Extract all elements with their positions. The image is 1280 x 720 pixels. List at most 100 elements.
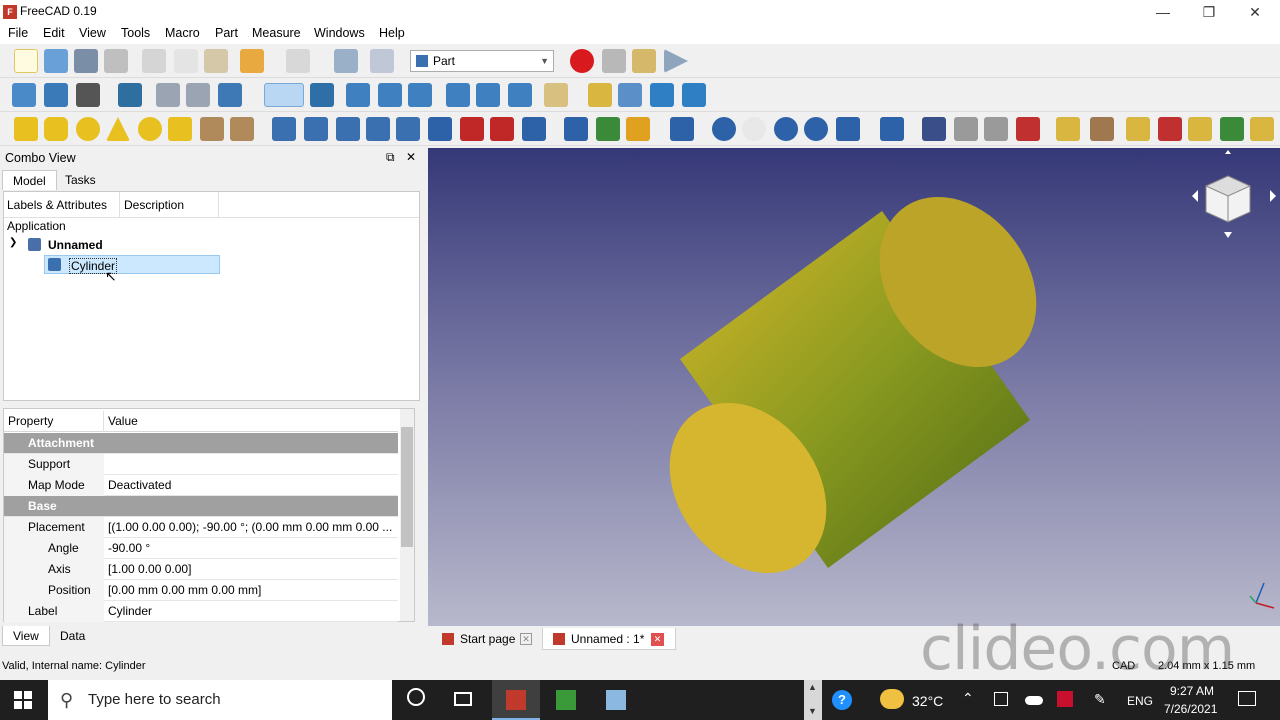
fit-all-icon[interactable] [12, 83, 36, 107]
extrude-icon[interactable] [272, 117, 296, 141]
navigation-cube-icon[interactable] [1192, 150, 1276, 238]
std-views-icon[interactable] [218, 83, 242, 107]
common-icon[interactable] [804, 117, 828, 141]
taskbar-scroll[interactable]: ▲ ▼ [804, 680, 822, 720]
view-left-icon[interactable] [508, 83, 532, 107]
loft-icon[interactable] [490, 117, 514, 141]
bounding-box-icon[interactable] [118, 83, 142, 107]
sphere-icon[interactable] [76, 117, 100, 141]
menu-help[interactable]: Help [379, 26, 405, 40]
cylinder-model[interactable] [428, 148, 1280, 626]
minimize-button[interactable]: — [1140, 0, 1186, 24]
help-icon[interactable]: ? [832, 690, 852, 710]
tab-view[interactable]: View [2, 626, 50, 646]
boolean-icon[interactable] [712, 117, 736, 141]
taskbar-app[interactable] [542, 680, 590, 720]
fit-selection-icon[interactable] [44, 83, 68, 107]
tab-unnamed[interactable]: Unnamed : 1* ✕ [542, 628, 676, 650]
close-panel-icon[interactable]: ✕ [406, 150, 416, 164]
temperature[interactable]: 32°C [912, 693, 943, 709]
check-geometry-icon[interactable] [922, 117, 946, 141]
menu-measure[interactable]: Measure [252, 26, 301, 40]
view-bottom-icon[interactable] [476, 83, 500, 107]
clock-time[interactable]: 9:27 AM [1170, 684, 1214, 698]
chevron-down-icon[interactable]: ❯ [9, 237, 17, 248]
fillet-icon[interactable] [366, 117, 390, 141]
property-value[interactable]: [0.00 mm 0.00 mm 0.00 mm] [106, 580, 398, 601]
split-tools-icon[interactable] [880, 117, 904, 141]
property-scrollbar[interactable] [400, 409, 414, 621]
measure-toggle-3d-icon[interactable] [1220, 117, 1244, 141]
close-icon[interactable]: ✕ [651, 633, 664, 646]
edit-macro-icon[interactable] [632, 49, 656, 73]
view-rear-icon[interactable] [446, 83, 470, 107]
tree-document-unnamed[interactable]: Unnamed [48, 238, 103, 252]
restore-button[interactable]: ❐ [1186, 0, 1232, 24]
cross-sections-icon[interactable] [596, 117, 620, 141]
run-macro-icon[interactable] [664, 49, 688, 73]
attachment-icon[interactable] [984, 117, 1008, 141]
create-part-icon[interactable] [588, 83, 612, 107]
windows-start-icon[interactable] [14, 691, 32, 709]
primitives-icon[interactable] [200, 117, 224, 141]
undo-icon[interactable] [240, 49, 264, 73]
property-row[interactable]: › Axis [1.00 0.00 0.00] [4, 559, 398, 580]
language-indicator[interactable]: ENG [1127, 694, 1153, 708]
back-icon[interactable] [156, 83, 180, 107]
cortana-icon[interactable] [407, 688, 425, 706]
join-features-icon[interactable] [836, 117, 860, 141]
property-row[interactable]: Angle -90.00 ° [4, 538, 398, 559]
save-icon[interactable] [74, 49, 98, 73]
tree-col-labels[interactable]: Labels & Attributes [7, 198, 107, 212]
property-value[interactable]: -90.00 ° [106, 538, 398, 559]
make-face-icon[interactable] [428, 117, 452, 141]
view-front-icon[interactable] [346, 83, 370, 107]
stop-macro-icon[interactable] [602, 49, 626, 73]
menu-macro[interactable]: Macro [165, 26, 200, 40]
taskbar-search-input[interactable]: ⚲ Type here to search [48, 680, 392, 720]
new-document-icon[interactable] [14, 49, 38, 73]
menu-file[interactable]: File [8, 26, 28, 40]
open-icon[interactable] [44, 49, 68, 73]
shape-builder-icon[interactable] [230, 117, 254, 141]
weather-icon[interactable] [880, 689, 904, 709]
tab-data[interactable]: Data [50, 626, 95, 646]
tube-icon[interactable] [168, 117, 192, 141]
app-tray-icon[interactable] [1057, 691, 1073, 707]
link-actions-icon[interactable] [682, 83, 706, 107]
forward-icon[interactable] [186, 83, 210, 107]
color-per-face-icon[interactable] [1016, 117, 1040, 141]
paste-icon[interactable] [204, 49, 228, 73]
measure-distance-icon[interactable] [544, 83, 568, 107]
workbench-selector[interactable]: Part ▼ [410, 50, 554, 72]
onedrive-icon[interactable] [1025, 696, 1043, 705]
task-view-icon[interactable] [454, 692, 472, 706]
measure-linear-icon[interactable] [1056, 117, 1080, 141]
chevron-up-icon[interactable]: ▲ [808, 682, 817, 692]
tab-tasks[interactable]: Tasks [55, 170, 106, 190]
cylinder-icon[interactable] [44, 117, 68, 141]
property-row[interactable]: ❯ Placement [(1.00 0.00 0.00); -90.00 °;… [4, 517, 398, 538]
tab-start-page[interactable]: Start page ✕ [432, 628, 536, 650]
refresh-icon[interactable] [334, 49, 358, 73]
defeaturing-icon[interactable] [954, 117, 978, 141]
fuse-icon[interactable] [774, 117, 798, 141]
taskbar-freecad[interactable] [492, 680, 540, 720]
3d-viewport[interactable] [428, 148, 1280, 626]
menu-view[interactable]: View [79, 26, 106, 40]
property-value[interactable] [106, 454, 398, 475]
measure-refresh-icon[interactable] [1126, 117, 1150, 141]
measure-toggle-delta-icon[interactable] [1250, 117, 1274, 141]
group-attachment[interactable]: Attachment [4, 433, 398, 454]
measure-toggle-all-icon[interactable] [1188, 117, 1212, 141]
record-macro-icon[interactable] [570, 49, 594, 73]
menu-windows[interactable]: Windows [314, 26, 365, 40]
float-panel-icon[interactable]: ⧉ [386, 150, 395, 165]
mirror-icon[interactable] [336, 117, 360, 141]
view-top-icon[interactable] [378, 83, 402, 107]
ruled-surface-icon[interactable] [460, 117, 484, 141]
close-button[interactable]: ✕ [1232, 0, 1278, 24]
sweep-icon[interactable] [522, 117, 546, 141]
offset-icon[interactable] [626, 117, 650, 141]
print-icon[interactable] [104, 49, 128, 73]
